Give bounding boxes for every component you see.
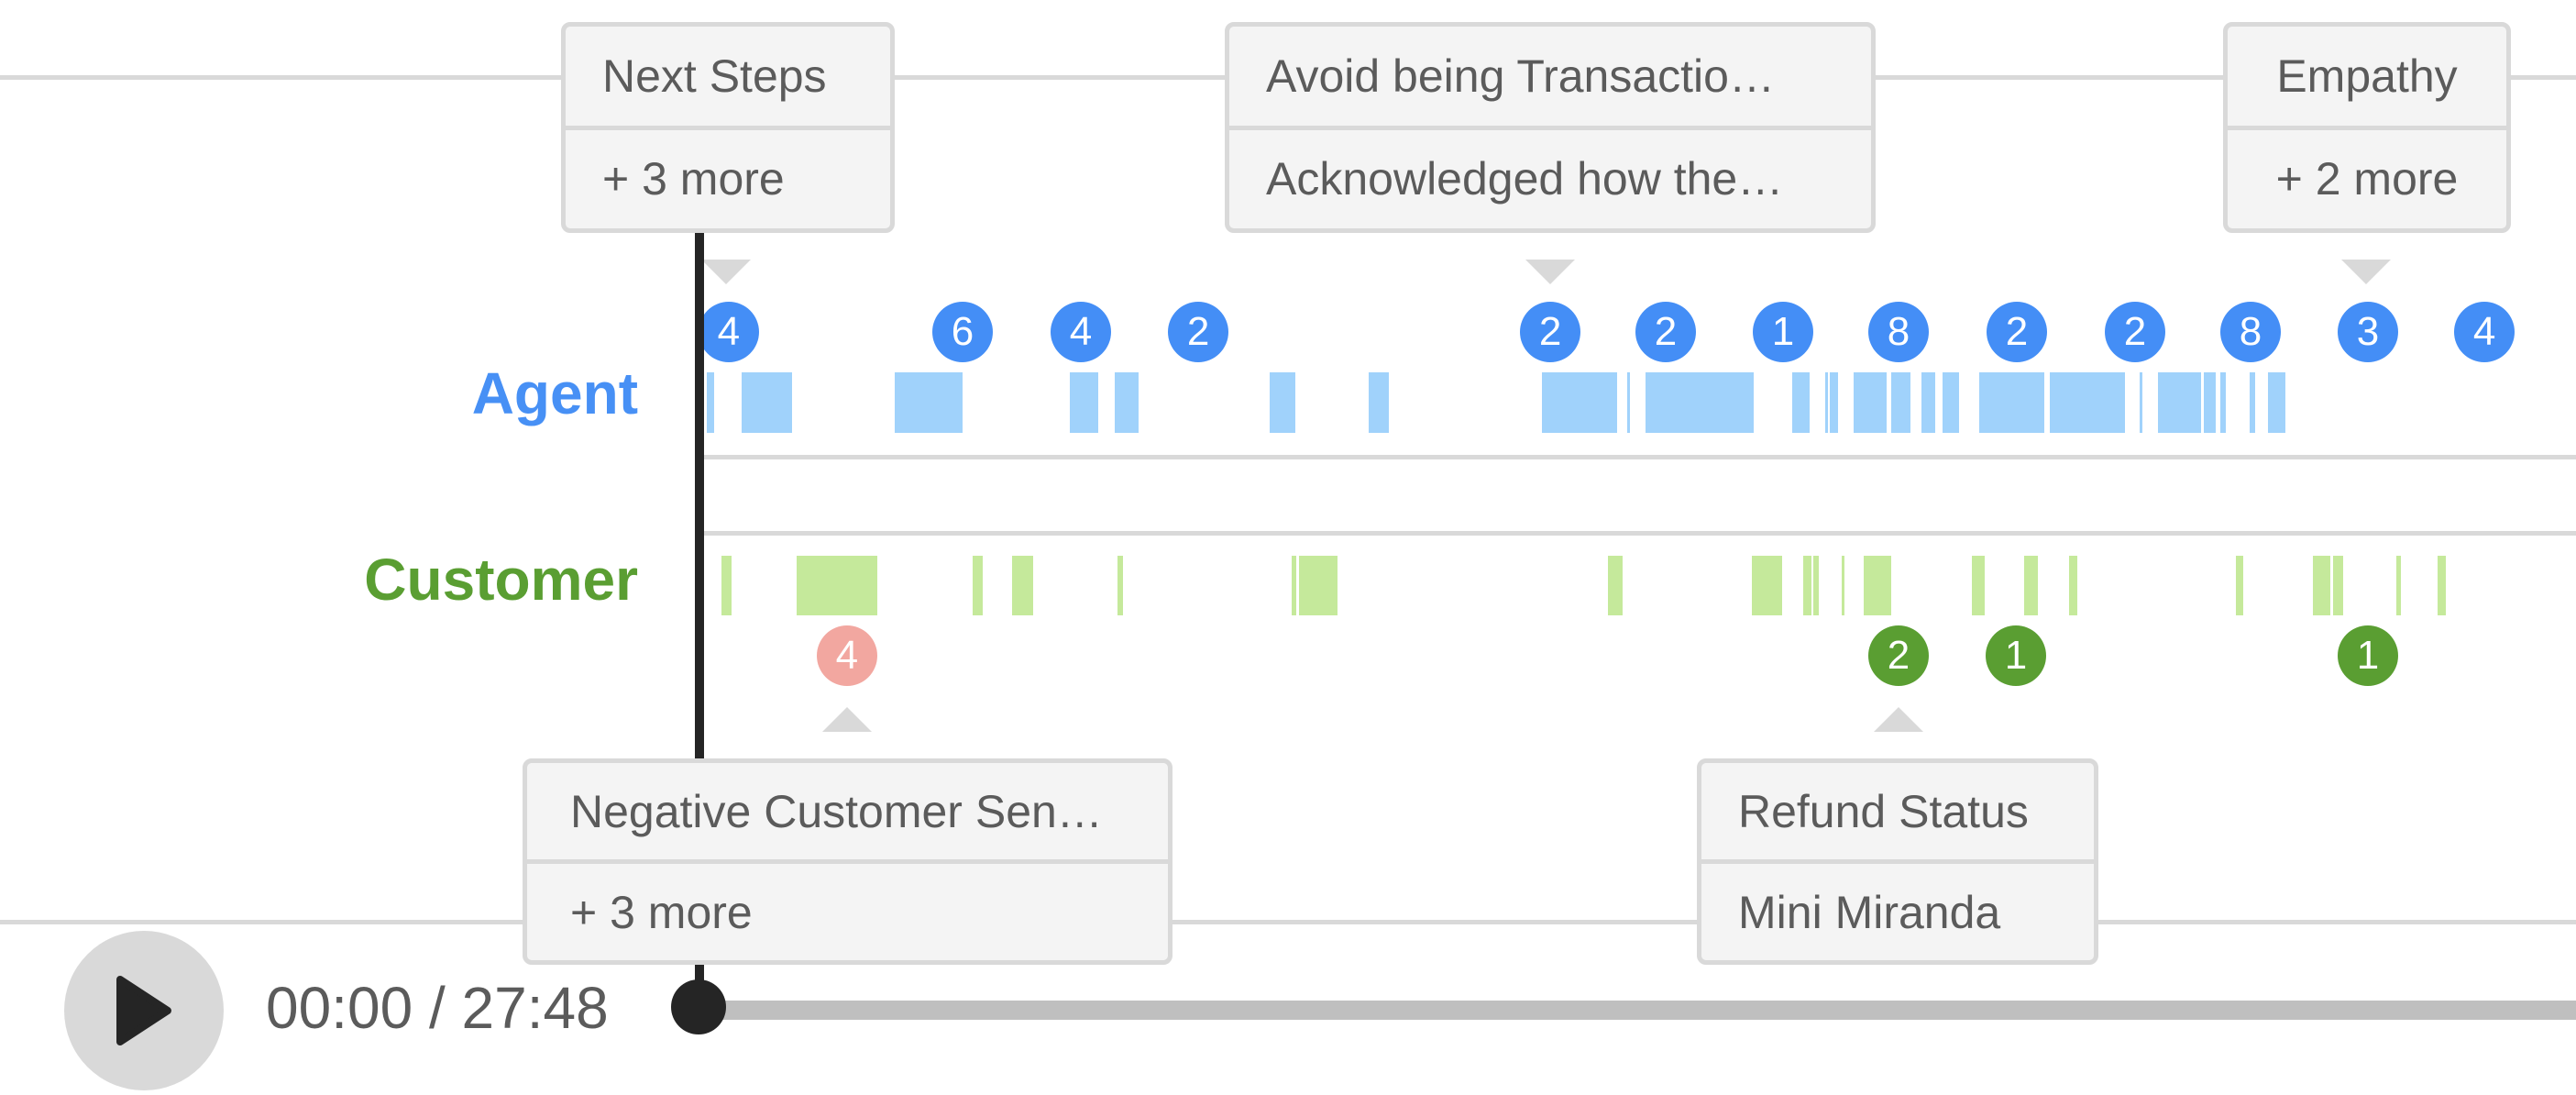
tag-more-link[interactable]: + 3 more [566, 130, 890, 229]
agent-speech-segment[interactable] [1115, 372, 1139, 433]
tag-label[interactable]: Refund Status [1701, 763, 2094, 864]
tag-pointer-refund-status [1874, 707, 1923, 732]
tag-more-link[interactable]: + 2 more [2228, 130, 2506, 229]
agent-row-divider [704, 455, 2576, 459]
customer-speech-segment[interactable] [797, 556, 877, 615]
agent-speech-segment[interactable] [1542, 372, 1617, 433]
agent-speech-segment[interactable] [894, 372, 963, 433]
agent-speech-segment[interactable] [2140, 372, 2143, 433]
tag-pointer-empathy [2341, 260, 2391, 284]
play-button[interactable] [64, 931, 224, 1090]
customer-negative-badge[interactable]: 4 [816, 625, 877, 686]
agent-speech-segment[interactable] [1829, 372, 1838, 433]
agent-speech-segment[interactable] [1368, 372, 1389, 433]
tag-label[interactable]: Next Steps [566, 27, 890, 130]
agent-event-badge[interactable]: 4 [698, 302, 759, 362]
agent-event-badge[interactable]: 2 [1168, 302, 1229, 362]
customer-event-badge[interactable]: 1 [1985, 625, 2046, 686]
tag-label[interactable]: Acknowledged how the… [1229, 130, 1871, 229]
agent-speech-segment[interactable] [2250, 372, 2255, 433]
agent-speech-segment[interactable] [2203, 372, 2217, 433]
agent-speech-segment[interactable] [1627, 372, 1631, 433]
customer-speech-segment[interactable] [1292, 556, 1297, 615]
agent-speech-segment[interactable] [1942, 372, 1959, 433]
agent-event-badge[interactable]: 2 [1520, 302, 1581, 362]
customer-speech-segment[interactable] [1012, 556, 1033, 615]
tag-pointer-avoid-transactional [1525, 260, 1575, 284]
customer-speech-segment[interactable] [2437, 556, 2446, 615]
agent-event-badge[interactable]: 2 [1635, 302, 1696, 362]
customer-speech-segment[interactable] [2395, 556, 2401, 615]
customer-speech-segment[interactable] [1972, 556, 1985, 615]
tag-pointer-next-steps [701, 260, 751, 284]
tag-more-link[interactable]: + 3 more [527, 864, 1168, 960]
customer-speech-segment[interactable] [721, 556, 732, 615]
customer-speech-segment[interactable] [1803, 556, 1812, 615]
tag-box-avoid-transactional[interactable]: Avoid being Transactio… Acknowledged how… [1225, 22, 1876, 233]
agent-speech-segment[interactable] [1269, 372, 1295, 433]
tag-box-next-steps[interactable]: Next Steps + 3 more [561, 22, 895, 233]
customer-speech-segment[interactable] [2333, 556, 2343, 615]
agent-speech-segment[interactable] [2049, 372, 2125, 433]
agent-event-badge[interactable]: 3 [2337, 302, 2398, 362]
play-icon [116, 976, 171, 1045]
tag-label[interactable]: Avoid being Transactio… [1229, 27, 1871, 130]
customer-speech-segment[interactable] [1863, 556, 1892, 615]
customer-speech-segment[interactable] [1842, 556, 1845, 615]
customer-speech-segment[interactable] [1813, 556, 1820, 615]
agent-speech-segment[interactable] [1069, 372, 1098, 433]
agent-speech-segment[interactable] [1824, 372, 1828, 433]
tag-box-negative-sentiment[interactable]: Negative Customer Sen… + 3 more [523, 758, 1172, 965]
agent-speech-segment[interactable] [706, 372, 714, 433]
agent-label: Agent [471, 360, 638, 426]
agent-speech-segment[interactable] [2267, 372, 2285, 433]
agent-speech-segment[interactable] [1890, 372, 1910, 433]
playhead-line [695, 232, 704, 758]
customer-speech-segment[interactable] [2236, 556, 2244, 615]
seek-handle[interactable] [671, 979, 726, 1034]
agent-event-badge[interactable]: 4 [2454, 302, 2515, 362]
agent-speech-segment[interactable] [1645, 372, 1754, 433]
agent-event-badge[interactable]: 8 [2220, 302, 2282, 362]
customer-event-badge[interactable]: 1 [2337, 625, 2398, 686]
tag-label[interactable]: Mini Miranda [1701, 864, 2094, 960]
agent-speech-segment[interactable] [1978, 372, 2044, 433]
agent-event-badge[interactable]: 2 [2104, 302, 2165, 362]
agent-speech-segment[interactable] [1791, 372, 1810, 433]
agent-speech-segment[interactable] [1853, 372, 1887, 433]
tag-label[interactable]: Negative Customer Sen… [527, 763, 1168, 864]
time-readout: 00:00 / 27:48 [266, 975, 609, 1041]
agent-event-badge[interactable]: 2 [1986, 302, 2047, 362]
customer-speech-segment[interactable] [1607, 556, 1623, 615]
customer-label: Customer [364, 547, 638, 613]
tag-box-refund-status[interactable]: Refund Status Mini Miranda [1697, 758, 2098, 965]
tag-box-empathy[interactable]: Empathy + 2 more [2223, 22, 2511, 233]
agent-event-badge[interactable]: 4 [1050, 302, 1111, 362]
customer-speech-segment[interactable] [1751, 556, 1782, 615]
agent-speech-segment[interactable] [2220, 372, 2226, 433]
customer-speech-segment[interactable] [2068, 556, 2077, 615]
seek-bar[interactable] [699, 1001, 2576, 1020]
agent-event-badge[interactable]: 8 [1868, 302, 1930, 362]
customer-speech-segment[interactable] [2023, 556, 2038, 615]
customer-row-divider [704, 531, 2576, 536]
customer-speech-segment[interactable] [1299, 556, 1338, 615]
agent-speech-segment[interactable] [1921, 372, 1935, 433]
customer-event-badge[interactable]: 2 [1868, 625, 1930, 686]
tag-label[interactable]: Empathy [2228, 27, 2506, 130]
agent-speech-segment[interactable] [742, 372, 792, 433]
agent-event-badge[interactable]: 1 [1752, 302, 1813, 362]
customer-speech-segment[interactable] [2313, 556, 2331, 615]
agent-speech-segment[interactable] [2157, 372, 2201, 433]
bottom-tag-rail [0, 920, 2576, 924]
customer-speech-segment[interactable] [973, 556, 984, 615]
agent-event-badge[interactable]: 6 [931, 302, 993, 362]
tag-pointer-negative-sentiment [822, 707, 872, 732]
customer-speech-segment[interactable] [1117, 556, 1123, 615]
